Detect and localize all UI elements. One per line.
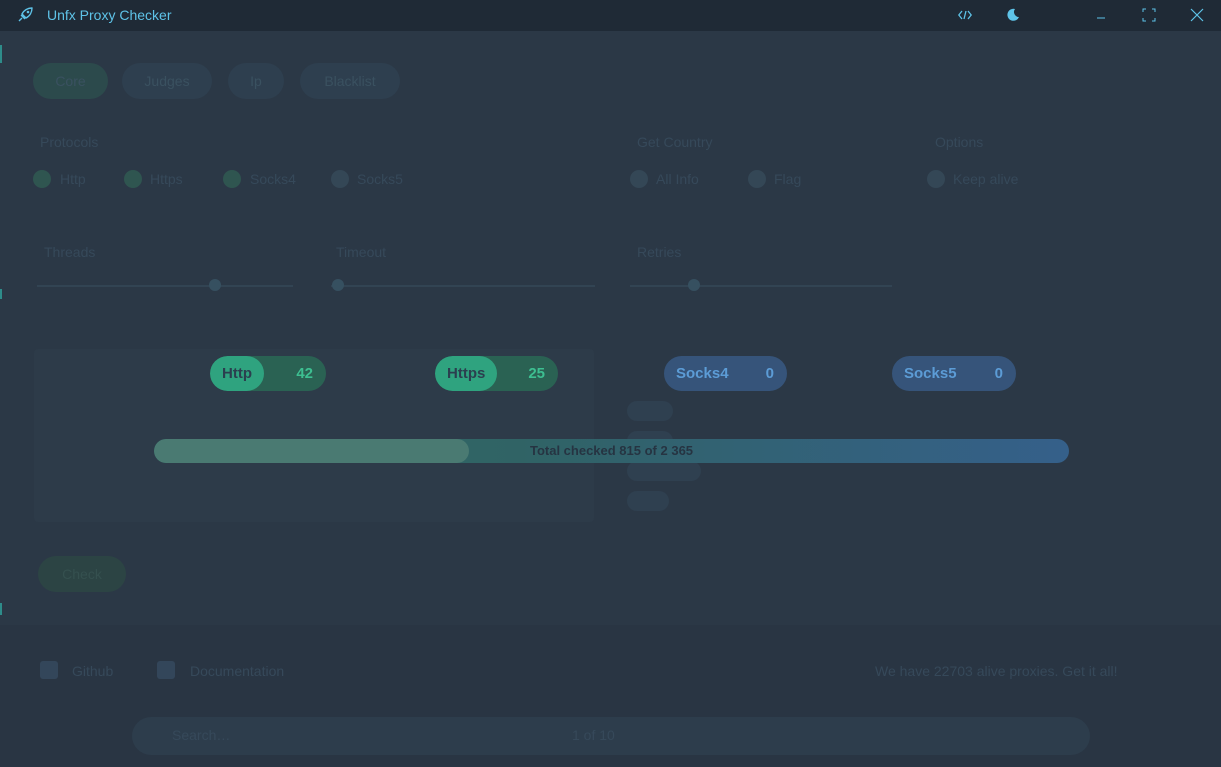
counter-socks5-value: 0 [994,365,1003,382]
moon-icon[interactable] [1003,5,1023,25]
protocols-heading: Protocols [40,134,99,150]
search-placeholder: Search… [172,727,231,743]
window-title: Unfx Proxy Checker [47,7,172,23]
get-country-heading: Get Country [637,134,713,150]
rocket-icon [16,6,34,24]
code-icon[interactable] [955,5,975,25]
status-chip [627,461,701,481]
timeout-label: Timeout [336,244,387,260]
counter-http-value: 42 [296,365,313,382]
counter-https: Https 25 [435,356,558,391]
country-label-all-info: All Info [656,171,699,187]
threads-label: Threads [44,244,96,260]
protocol-label-socks5: Socks5 [357,171,403,187]
counter-socks4: Socks4 0 [664,356,787,391]
threads-slider-knob [209,279,221,291]
timeout-slider-knob [332,279,344,291]
retries-slider-knob [688,279,700,291]
timeout-slider-track [331,285,595,287]
edge-marker [0,603,2,615]
promo-text: We have 22703 alive proxies. Get it all! [875,663,1118,679]
radio-keep-alive [927,170,945,188]
tab-judges: Judges [122,63,212,99]
tab-ip: Ip [228,63,284,99]
docs-link: Documentation [190,663,285,679]
retries-slider-track [630,285,892,287]
radio-http [33,170,51,188]
retries-label: Retries [637,244,682,260]
radio-socks4 [223,170,241,188]
protocol-label-https: Https [150,171,183,187]
option-label-keep-alive: Keep alive [953,171,1019,187]
counter-https-label: Https [435,356,498,391]
counter-http: Http 42 [210,356,326,391]
tab-blacklist: Blacklist [300,63,400,99]
counter-http-label: Http [210,356,264,391]
minimize-icon[interactable] [1091,5,1111,25]
radio-https [124,170,142,188]
search-input: Search… 1 of 10 [132,717,1090,755]
title-bar: Unfx Proxy Checker [0,0,1221,31]
radio-socks5 [331,170,349,188]
radio-flag [748,170,766,188]
maximize-icon[interactable] [1139,5,1159,25]
options-heading: Options [935,134,984,150]
counter-socks4-value: 0 [765,365,774,382]
checker-config-backdrop: Core Judges Ip Blacklist Protocols Http … [0,31,1221,767]
edge-marker [0,45,2,63]
status-chip [627,491,669,511]
close-icon[interactable] [1187,5,1207,25]
edge-marker [0,289,2,299]
footer-area: Github Documentation We have 22703 alive… [0,625,1221,767]
check-progress-bar: Total checked 815 of 2 365 [154,439,1069,463]
progress-text: Total checked 815 of 2 365 [529,443,694,458]
threads-slider-track [37,285,293,287]
check-button: Check [38,556,126,592]
protocol-label-http: Http [60,171,86,187]
tab-core: Core [33,63,108,99]
page-indicator: 1 of 10 [572,727,615,743]
counter-https-value: 25 [528,365,545,382]
counter-socks5: Socks5 0 [892,356,1016,391]
radio-all-info [630,170,648,188]
github-link: Github [72,663,114,679]
country-label-flag: Flag [774,171,802,187]
github-icon [40,661,58,679]
counter-socks5-label: Socks5 [904,365,957,382]
docs-icon [157,661,175,679]
status-chip [627,401,673,421]
counter-socks4-label: Socks4 [676,365,729,382]
protocol-label-socks4: Socks4 [250,171,296,187]
